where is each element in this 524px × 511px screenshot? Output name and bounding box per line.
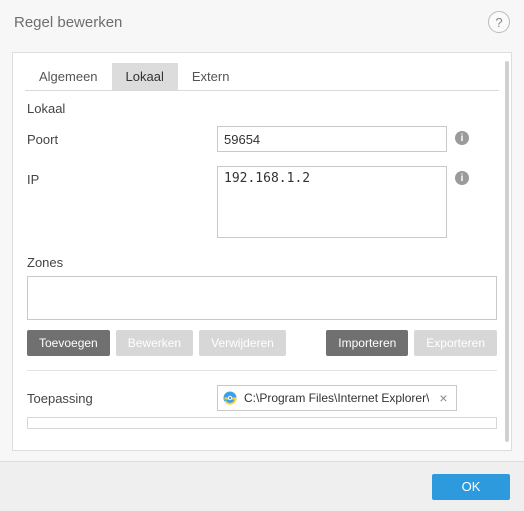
divider (27, 370, 497, 371)
next-field-edge (27, 417, 497, 429)
section-heading: Lokaal (27, 101, 497, 116)
tab-extern[interactable]: Extern (178, 63, 244, 90)
label-zones: Zones (27, 255, 497, 270)
help-icon[interactable]: ? (488, 11, 510, 33)
info-icon-poort[interactable]: i (455, 131, 469, 145)
application-path: C:\Program Files\Internet Explorer\ (244, 391, 429, 405)
label-ip: IP (27, 166, 217, 187)
info-icon-ip[interactable]: i (455, 171, 469, 185)
internet-explorer-icon (222, 390, 238, 406)
import-button[interactable]: Importeren (326, 330, 408, 356)
tab-bar: Algemeen Lokaal Extern (25, 63, 499, 91)
zones-listbox[interactable] (27, 276, 497, 320)
help-icon-glyph: ? (495, 15, 502, 30)
label-poort: Poort (27, 126, 217, 147)
add-button[interactable]: Toevoegen (27, 330, 110, 356)
ok-button[interactable]: OK (432, 474, 510, 500)
tab-lokaal[interactable]: Lokaal (112, 63, 178, 90)
row-application: Toepassing C:\Program Files\Internet Exp… (27, 385, 497, 411)
dialog-window: Regel bewerken ? Algemeen Lokaal Extern … (0, 0, 524, 511)
label-application: Toepassing (27, 391, 217, 406)
row-poort: Poort i (27, 126, 497, 152)
tab-algemeen[interactable]: Algemeen (25, 63, 112, 90)
titlebar: Regel bewerken ? (0, 0, 524, 44)
application-field[interactable]: C:\Program Files\Internet Explorer\ × (217, 385, 457, 411)
clear-application-icon[interactable]: × (435, 391, 451, 405)
input-ip[interactable] (217, 166, 447, 238)
row-ip: IP i (27, 166, 497, 241)
dialog-title: Regel bewerken (14, 14, 488, 31)
dialog-footer: OK (0, 461, 524, 511)
zones-button-row: Toevoegen Bewerken Verwijderen Importere… (27, 330, 497, 356)
tab-content: Lokaal Poort i IP i Zones (13, 91, 511, 443)
edit-button: Bewerken (116, 330, 193, 356)
export-button: Exporteren (414, 330, 497, 356)
input-poort[interactable] (217, 126, 447, 152)
delete-button: Verwijderen (199, 330, 286, 356)
dialog-body: Algemeen Lokaal Extern Lokaal Poort i IP (12, 52, 512, 451)
